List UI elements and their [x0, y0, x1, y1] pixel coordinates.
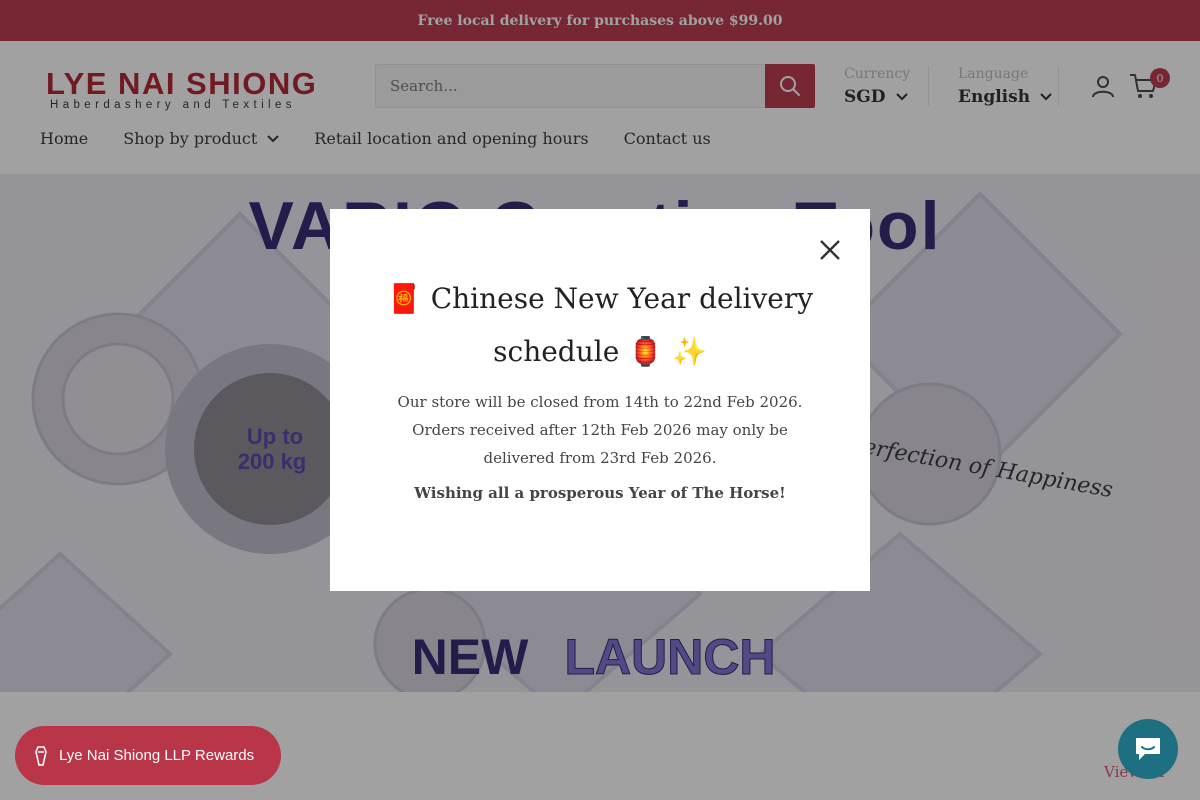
rewards-icon [35, 745, 47, 766]
popup-body: Our store will be closed from 14th to 22… [360, 388, 840, 472]
rewards-launcher-button[interactable]: Lye Nai Shiong LLP Rewards [15, 726, 281, 785]
popup-body-line1: Our store will be closed from 14th to 22… [397, 393, 803, 411]
rewards-label: Lye Nai Shiong LLP Rewards [59, 747, 255, 764]
popup-title-line2: schedule [493, 335, 620, 368]
close-button[interactable] [817, 237, 843, 263]
chat-button[interactable] [1118, 719, 1178, 779]
popup-body-line2: Orders received after 12th Feb 2026 may … [412, 421, 788, 439]
lantern-sparkles-icon: 🏮 ✨ [628, 335, 707, 368]
red-envelope-icon: 🧧 [386, 282, 422, 315]
chat-icon [1136, 738, 1160, 760]
popup-wish-text: Wishing all a prosperous Year of The Hor… [414, 484, 786, 502]
popup-title-line1: Chinese New Year delivery [430, 282, 814, 315]
popup-title: 🧧 Chinese New Year delivery schedule 🏮 ✨ [380, 272, 820, 378]
popup-body-line3: delivered from 23rd Feb 2026. [483, 449, 717, 467]
close-icon [820, 240, 840, 260]
